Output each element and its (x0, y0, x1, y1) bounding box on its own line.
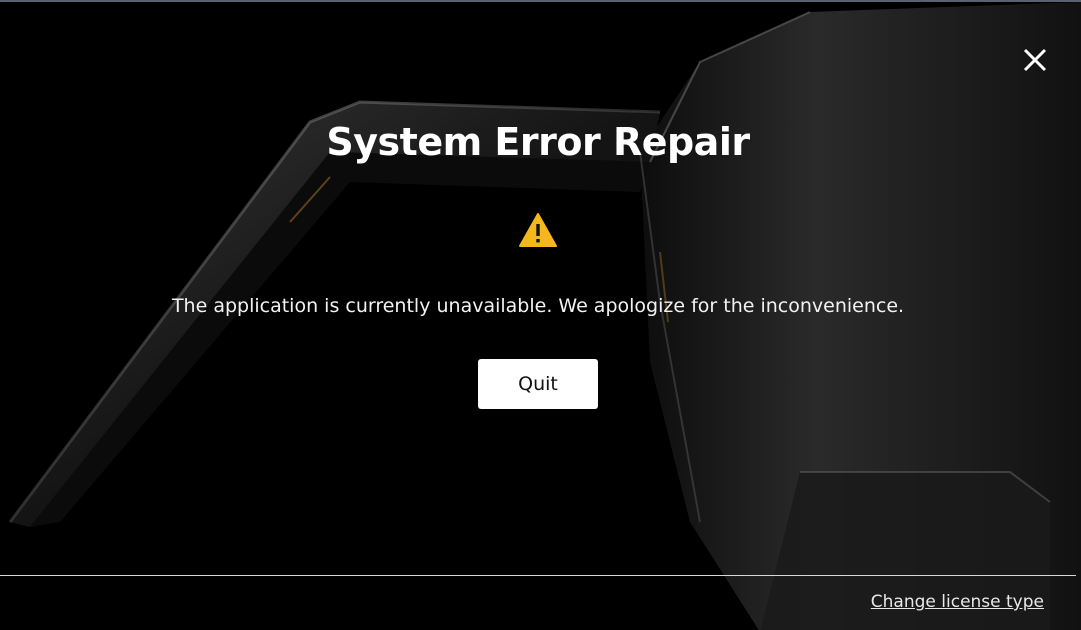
error-dialog: System Error Repair The application is c… (0, 0, 1081, 630)
warning-icon (519, 213, 557, 247)
close-icon (1023, 48, 1047, 72)
dialog-title: System Error Repair (326, 120, 750, 164)
change-license-type-link[interactable]: Change license type (871, 592, 1044, 612)
footer-divider (0, 575, 1076, 576)
close-button[interactable] (1019, 44, 1051, 76)
quit-button[interactable]: Quit (478, 359, 598, 409)
error-message: The application is currently unavailable… (171, 295, 905, 317)
